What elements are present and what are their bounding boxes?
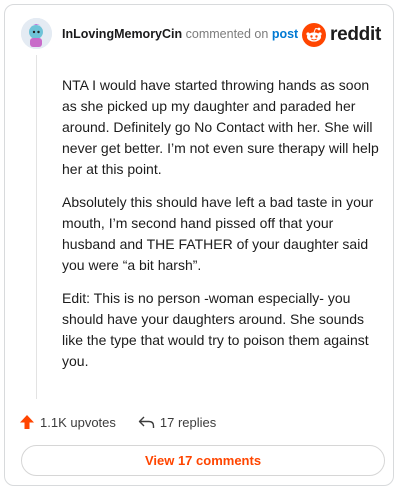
- view-comments-button[interactable]: View 17 comments: [21, 445, 385, 476]
- replies-button[interactable]: 17 replies: [138, 415, 216, 430]
- thread-line[interactable]: [36, 55, 37, 399]
- reddit-logo[interactable]: reddit: [302, 23, 381, 47]
- post-link[interactable]: post: [272, 27, 298, 41]
- comment-body: NTA I would have started throwing hands …: [62, 75, 380, 384]
- upvote-button[interactable]: 1.1K upvotes: [19, 414, 116, 430]
- reddit-alien-icon: [302, 23, 327, 47]
- username-link[interactable]: InLovingMemoryCin: [62, 27, 182, 41]
- comment-paragraph: Edit: This is no person -woman especiall…: [62, 290, 369, 369]
- replies-count: 17 replies: [159, 414, 217, 430]
- avatar[interactable]: [21, 18, 52, 49]
- comment-actions: 1.1K upvotes 17 replies: [19, 414, 238, 430]
- commented-on-text: commented on: [185, 27, 269, 41]
- comment-paragraph: Absolutely this should have left a bad t…: [62, 194, 374, 273]
- comment-card: InLovingMemoryCin commented on post redd…: [4, 4, 394, 486]
- comment-header: InLovingMemoryCin commented on post: [62, 27, 298, 41]
- avatar-image-icon: [21, 18, 52, 49]
- upvote-count: 1.1K upvotes: [40, 414, 116, 430]
- reply-arrow-icon: [138, 416, 155, 428]
- reddit-wordmark: reddit: [330, 24, 381, 45]
- upvote-arrow-icon: [20, 415, 34, 429]
- comment-paragraph: NTA I would have started throwing hands …: [62, 77, 379, 177]
